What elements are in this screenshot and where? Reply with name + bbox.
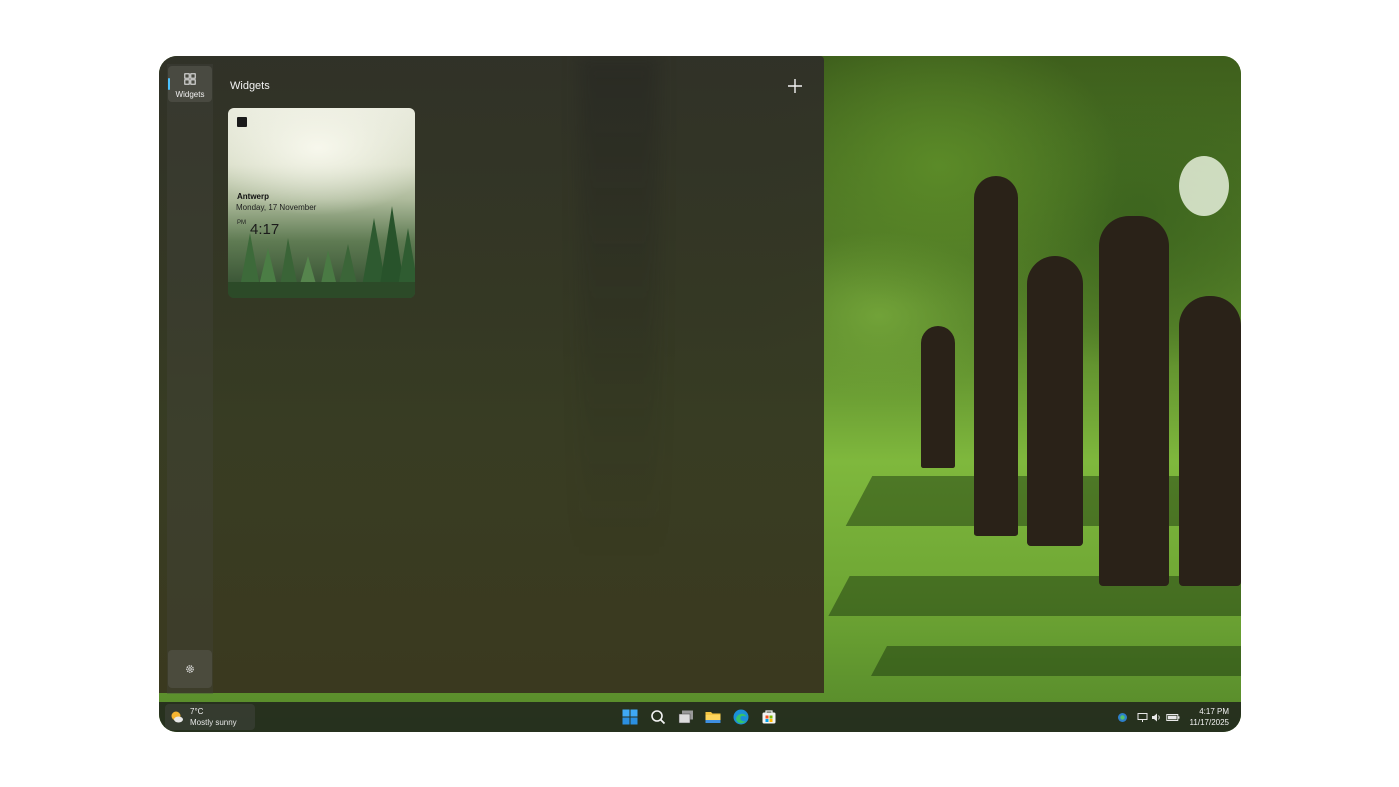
desktop-screen: Widgets Widgets Antwerp Monday, 17 Novem… bbox=[159, 56, 1241, 732]
weather-condition: Mostly sunny bbox=[190, 718, 237, 727]
widget-city: Antwerp bbox=[237, 192, 269, 201]
folder-icon[interactable] bbox=[704, 708, 722, 726]
tree-trunk bbox=[974, 176, 1018, 536]
rail-item-widgets[interactable]: Widgets bbox=[168, 66, 212, 102]
widget-date: Monday, 17 November bbox=[236, 203, 317, 212]
widget-ampm: PM bbox=[237, 220, 246, 226]
app-badge-icon bbox=[237, 117, 247, 127]
shield-icon[interactable] bbox=[1117, 712, 1128, 723]
partly-sunny-icon bbox=[171, 711, 183, 723]
tree-trunk bbox=[1099, 216, 1169, 586]
search-icon[interactable] bbox=[649, 708, 667, 726]
windows-start-icon[interactable] bbox=[621, 708, 639, 726]
store-icon[interactable] bbox=[760, 708, 778, 726]
taskbar-clock[interactable]: 4:17 PM 11/17/2025 bbox=[1190, 706, 1229, 728]
network-icon[interactable] bbox=[1137, 712, 1148, 723]
battery-icon[interactable] bbox=[1166, 712, 1180, 723]
tree-trunk bbox=[921, 326, 955, 468]
active-indicator bbox=[168, 78, 170, 90]
panel-title: Widgets bbox=[230, 80, 270, 92]
panel-shade bbox=[579, 56, 659, 556]
taskbar: 7°C Mostly sunny 4:17 PM 11/17/2025 bbox=[159, 702, 1241, 732]
weather-widget-button[interactable]: 7°C Mostly sunny bbox=[165, 704, 255, 730]
sky-spot bbox=[1179, 156, 1229, 216]
widgets-icon bbox=[184, 73, 196, 85]
grass-shadow bbox=[871, 646, 1241, 676]
clock-widget-card[interactable]: Antwerp Monday, 17 November PM 4:17 bbox=[228, 108, 415, 298]
widgets-nav-rail bbox=[167, 64, 213, 694]
widget-time: 4:17 bbox=[250, 221, 280, 238]
taskbar-date: 11/17/2025 bbox=[1189, 718, 1229, 727]
weather-temperature: 7°C bbox=[190, 707, 204, 716]
tree-trunk bbox=[1179, 296, 1241, 586]
settings-button[interactable] bbox=[168, 650, 212, 688]
gear-icon bbox=[186, 665, 194, 673]
rail-item-label: Widgets bbox=[175, 90, 205, 99]
edge-browser-icon[interactable] bbox=[732, 708, 750, 726]
tree-trunk bbox=[1027, 256, 1083, 546]
add-widget-button[interactable] bbox=[785, 76, 805, 96]
widgets-panel: Widgets Widgets Antwerp Monday, 17 Novem… bbox=[159, 56, 824, 694]
volume-icon[interactable] bbox=[1151, 712, 1162, 723]
plus-icon bbox=[788, 79, 802, 93]
task-view-icon[interactable] bbox=[677, 708, 695, 726]
taskbar-time: 4:17 PM bbox=[1199, 707, 1229, 716]
